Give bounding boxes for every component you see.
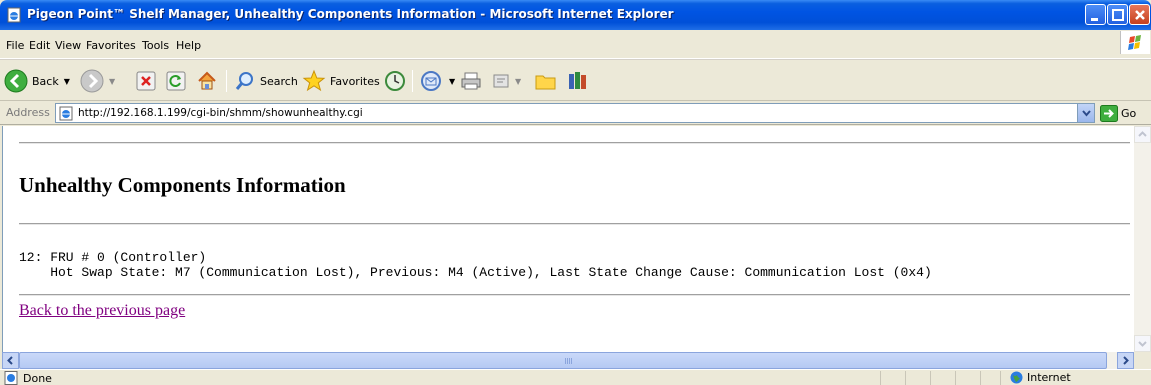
edit-page-icon <box>493 74 509 88</box>
search-label: Search <box>260 74 298 88</box>
horizontal-rule <box>19 223 1130 225</box>
mail-dropdown-icon[interactable]: ▼ <box>449 77 455 86</box>
ie-page-icon <box>59 106 73 121</box>
edit-dropdown-icon[interactable]: ▼ <box>515 77 521 86</box>
maximize-button[interactable] <box>1107 4 1128 25</box>
standard-toolbar: Back ▼ ▼ Search Favorites ▼ ▼ <box>0 59 1151 101</box>
research-button[interactable] <box>566 68 590 94</box>
menu-bar: File Edit View Favorites Tools Help <box>0 30 1151 59</box>
stop-button[interactable] <box>136 68 156 94</box>
scrollbar-corner <box>1134 352 1151 369</box>
horizontal-scrollbar[interactable] <box>2 352 1134 369</box>
address-bar: Address http://192.168.1.199/cgi-bin/shm… <box>0 101 1151 125</box>
toolbar-separator <box>226 70 227 92</box>
discuss-button[interactable] <box>534 68 558 94</box>
component-details: 12: FRU # 0 (Controller) Hot Swap State:… <box>19 250 932 280</box>
back-to-previous-page-link[interactable]: Back to the previous page <box>19 302 185 320</box>
status-pane <box>1000 371 1001 385</box>
print-button[interactable] <box>460 68 482 94</box>
refresh-icon <box>166 71 186 91</box>
back-dropdown-icon[interactable]: ▼ <box>64 77 70 86</box>
status-pane <box>905 371 906 385</box>
address-input[interactable]: http://192.168.1.199/cgi-bin/shmm/showun… <box>55 103 1095 123</box>
menu-edit[interactable]: Edit <box>29 39 50 52</box>
print-icon <box>461 72 481 90</box>
scroll-down-button[interactable] <box>1134 335 1151 352</box>
favorites-label: Favorites <box>330 74 380 88</box>
window-title-bar[interactable]: Pigeon Point™ Shelf Manager, Unhealthy C… <box>0 0 1151 30</box>
horizontal-scroll-thumb[interactable] <box>19 352 1107 369</box>
back-arrow-icon <box>4 69 28 93</box>
vertical-scrollbar[interactable] <box>1134 126 1151 352</box>
maximize-icon <box>1112 9 1124 21</box>
stop-icon <box>136 71 156 91</box>
status-pane <box>955 371 956 385</box>
go-label: Go <box>1121 107 1137 120</box>
research-books-icon <box>569 72 586 89</box>
forward-arrow-icon <box>80 69 104 93</box>
menu-favorites[interactable]: Favorites <box>86 39 136 52</box>
history-icon <box>385 71 405 91</box>
status-bar: Done Internet <box>0 369 1151 385</box>
menu-help[interactable]: Help <box>176 39 201 52</box>
chevron-down-icon <box>1082 110 1091 117</box>
ie-page-icon <box>4 371 18 385</box>
menu-file[interactable]: File <box>6 39 24 52</box>
mail-button[interactable]: ▼ <box>420 68 455 94</box>
refresh-button[interactable] <box>166 68 186 94</box>
chevron-down-icon <box>1138 341 1147 347</box>
page-heading: Unhealthy Components Information <box>19 173 346 197</box>
status-pane <box>980 371 981 385</box>
back-button[interactable]: Back ▼ <box>4 68 70 94</box>
globe-icon <box>1010 371 1023 384</box>
search-button[interactable]: Search <box>234 68 298 94</box>
scroll-up-button[interactable] <box>1134 126 1151 143</box>
go-button[interactable]: Go <box>1100 105 1136 122</box>
fru-line: 12: FRU # 0 (Controller) <box>19 250 207 265</box>
ie-page-icon <box>7 7 21 23</box>
horizontal-rule <box>19 142 1130 144</box>
home-button[interactable] <box>196 68 218 94</box>
go-arrow-icon <box>1100 105 1118 122</box>
chevron-up-icon <box>1138 131 1147 137</box>
windows-logo-icon <box>1120 31 1150 54</box>
menu-tools[interactable]: Tools <box>142 39 169 52</box>
hot-swap-state-line: Hot Swap State: M7 (Communication Lost),… <box>19 265 932 280</box>
chevron-left-icon <box>7 356 13 365</box>
scroll-grip-icon <box>565 358 573 364</box>
status-pane <box>880 371 881 385</box>
address-label: Address <box>6 106 50 119</box>
favorites-button[interactable]: Favorites <box>302 68 380 94</box>
menu-view[interactable]: View <box>55 39 81 52</box>
mail-icon <box>421 71 441 91</box>
zone-label: Internet <box>1027 371 1071 384</box>
page-content: Unhealthy Components Information 12: FRU… <box>2 126 1134 352</box>
window-title: Pigeon Point™ Shelf Manager, Unhealthy C… <box>27 7 674 21</box>
status-text: Done <box>23 372 52 385</box>
back-label: Back <box>32 74 59 88</box>
folder-icon <box>535 75 556 90</box>
horizontal-rule <box>19 294 1130 296</box>
scroll-left-button[interactable] <box>2 352 19 369</box>
address-dropdown-button[interactable] <box>1077 104 1094 122</box>
forward-dropdown-icon[interactable]: ▼ <box>109 77 115 86</box>
close-button[interactable] <box>1129 4 1150 25</box>
favorites-star-icon <box>302 69 326 92</box>
address-url: http://192.168.1.199/cgi-bin/shmm/showun… <box>78 107 363 119</box>
status-pane <box>930 371 931 385</box>
close-icon <box>1135 10 1145 20</box>
minimize-button[interactable] <box>1085 4 1106 25</box>
toolbar-separator <box>412 70 413 92</box>
minimize-icon <box>1091 18 1098 21</box>
forward-button[interactable]: ▼ <box>80 68 115 94</box>
search-icon <box>235 72 253 90</box>
chevron-right-icon <box>1123 356 1129 365</box>
scroll-right-button[interactable] <box>1117 352 1134 369</box>
security-zone: Internet <box>1010 371 1071 384</box>
history-button[interactable] <box>384 68 406 94</box>
home-icon <box>198 71 216 90</box>
edit-button[interactable]: ▼ <box>492 68 521 94</box>
